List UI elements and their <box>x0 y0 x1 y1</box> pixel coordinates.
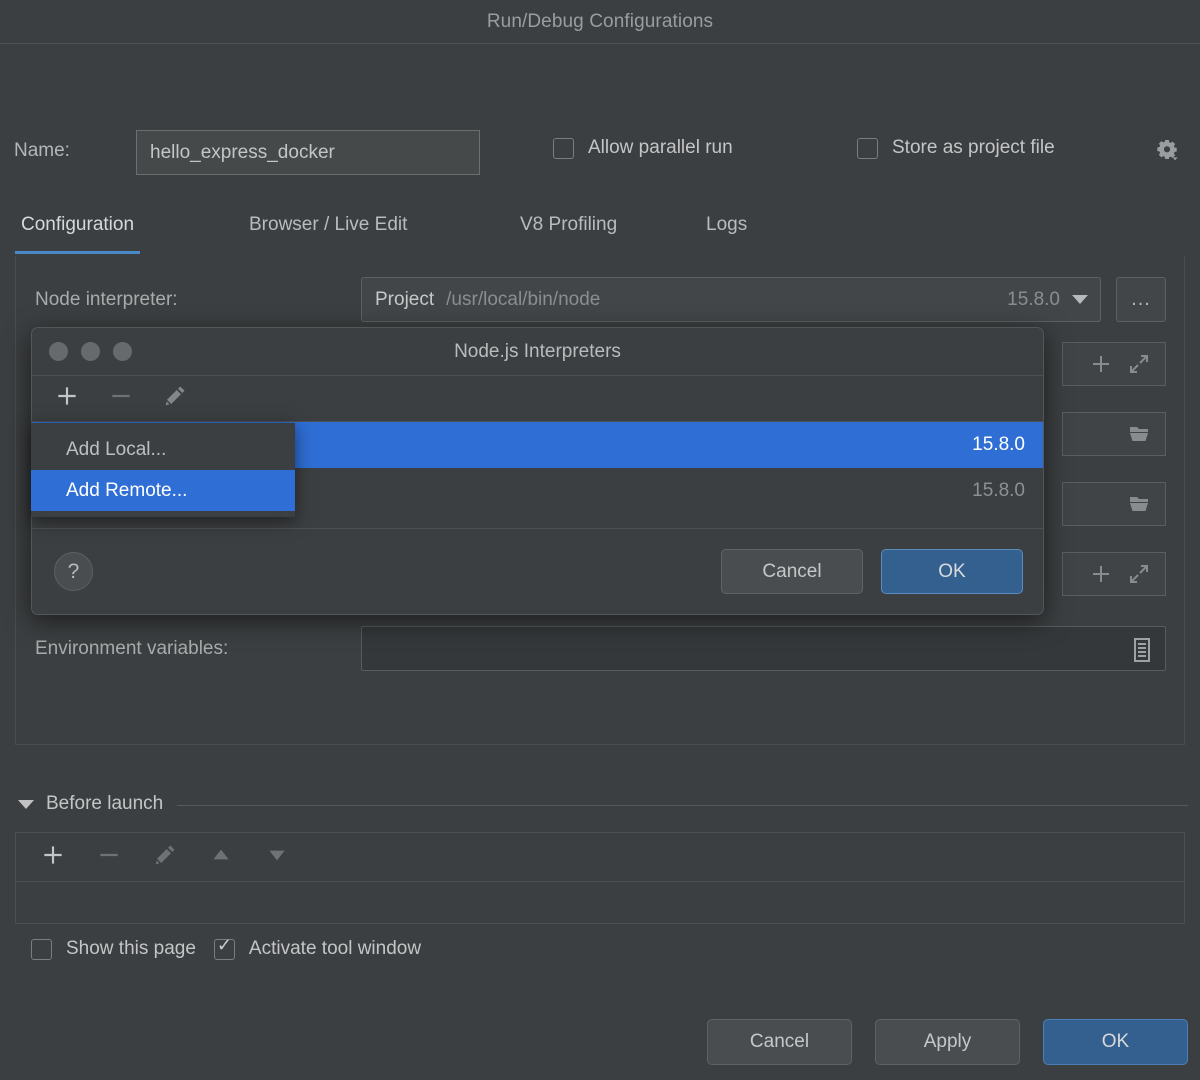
folder-icon[interactable] <box>1127 422 1151 446</box>
folder-icon[interactable] <box>1127 492 1151 516</box>
node-interpreter-browse-button[interactable]: ... <box>1116 277 1166 322</box>
tab-bar: Configuration Browser / Live Edit V8 Pro… <box>0 196 1200 256</box>
row-icon-buttons-3[interactable] <box>1062 482 1166 526</box>
activate-tool-window-label: Activate tool window <box>249 938 421 960</box>
ok-button[interactable]: OK <box>1043 1019 1188 1065</box>
bottom-checkbox-row: Show this page Activate tool window <box>31 938 421 960</box>
minus-icon <box>96 842 122 873</box>
apply-button[interactable]: Apply <box>875 1019 1020 1065</box>
row-icon-buttons-2[interactable] <box>1062 412 1166 456</box>
window-titlebar: Run/Debug Configurations <box>0 0 1200 44</box>
menu-item-label: Add Remote... <box>66 480 187 502</box>
list-editor-icon[interactable] <box>1131 637 1153 668</box>
dialog-title: Node.js Interpreters <box>454 341 621 363</box>
pencil-icon <box>152 842 178 873</box>
plus-icon[interactable] <box>54 383 80 414</box>
allow-parallel-run-checkbox[interactable]: Allow parallel run <box>553 137 733 159</box>
tab-label: Browser / Live Edit <box>249 214 407 236</box>
plus-icon[interactable] <box>1089 562 1113 586</box>
minus-icon <box>108 383 134 414</box>
before-launch-task-list[interactable] <box>15 882 1185 924</box>
arrow-down-icon <box>264 842 290 873</box>
tab-label: Configuration <box>21 214 134 236</box>
dialog-cancel-label: Cancel <box>762 561 821 583</box>
row-icon-buttons-1[interactable] <box>1062 342 1166 386</box>
interpreter-version: 15.8.0 <box>972 480 1025 502</box>
ok-button-label: OK <box>1102 1031 1129 1053</box>
active-tab-underline <box>15 251 140 254</box>
cancel-button[interactable]: Cancel <box>707 1019 852 1065</box>
divider <box>177 805 1188 806</box>
row-icon-buttons-4[interactable] <box>1062 552 1166 596</box>
name-input[interactable]: hello_express_docker <box>136 130 480 175</box>
checkbox-box <box>857 138 878 159</box>
pencil-icon <box>162 383 188 414</box>
show-this-page-label: Show this page <box>66 938 196 960</box>
menu-item-add-remote[interactable]: Add Remote... <box>31 470 295 511</box>
checkbox-box-checked <box>214 939 235 960</box>
dialog-ok-button[interactable]: OK <box>881 549 1023 594</box>
node-interpreter-version: 15.8.0 <box>1007 289 1060 311</box>
node-interpreter-scope: Project <box>362 289 434 311</box>
close-button[interactable] <box>49 342 68 361</box>
tab-v8-profiling[interactable]: V8 Profiling <box>514 196 623 254</box>
node-interpreter-combobox[interactable]: Project /usr/local/bin/node 15.8.0 <box>361 277 1101 322</box>
chevron-down-icon[interactable] <box>18 800 34 809</box>
cancel-button-label: Cancel <box>750 1031 809 1053</box>
add-interpreter-menu: Add Local... Add Remote... <box>31 423 295 517</box>
zoom-button[interactable] <box>113 342 132 361</box>
ellipsis-label: ... <box>1131 288 1151 311</box>
chevron-down-icon <box>1072 295 1088 304</box>
activate-tool-window-checkbox[interactable]: Activate tool window <box>214 938 421 960</box>
environment-variables-label: Environment variables: <box>35 638 228 660</box>
minimize-button[interactable] <box>81 342 100 361</box>
window-title: Run/Debug Configurations <box>487 11 713 33</box>
dialog-cancel-button[interactable]: Cancel <box>721 549 863 594</box>
plus-icon[interactable] <box>40 842 66 873</box>
expand-icon[interactable] <box>1127 352 1151 376</box>
help-button-label: ? <box>68 560 80 584</box>
allow-parallel-run-label: Allow parallel run <box>588 137 733 159</box>
interpreter-version: 15.8.0 <box>972 434 1025 456</box>
menu-item-label: Add Local... <box>66 439 166 461</box>
environment-variables-input[interactable] <box>361 626 1166 671</box>
traffic-lights <box>49 342 132 361</box>
checkbox-box <box>31 939 52 960</box>
store-as-project-file-checkbox[interactable]: Store as project file <box>857 137 1055 159</box>
menu-item-add-local[interactable]: Add Local... <box>31 429 295 470</box>
tab-configuration[interactable]: Configuration <box>15 196 140 254</box>
name-label: Name: <box>14 140 70 162</box>
before-launch-title: Before launch <box>46 793 163 815</box>
dialog-buttons: Cancel OK <box>721 549 1023 594</box>
name-row: Name: hello_express_docker Allow paralle… <box>0 44 1200 174</box>
node-interpreter-path: /usr/local/bin/node <box>434 289 600 311</box>
node-interpreter-label: Node interpreter: <box>35 289 178 311</box>
name-input-value: hello_express_docker <box>150 142 335 164</box>
run-debug-configurations-window: Run/Debug Configurations Name: hello_exp… <box>0 0 1200 1080</box>
store-as-project-file-label: Store as project file <box>892 137 1055 159</box>
before-launch-header[interactable]: Before launch <box>18 793 1188 815</box>
expand-icon[interactable] <box>1127 562 1151 586</box>
dialog-titlebar: Node.js Interpreters <box>32 328 1043 376</box>
tab-browser-live-edit[interactable]: Browser / Live Edit <box>243 196 413 254</box>
dialog-footer: ? Cancel OK <box>32 528 1043 614</box>
checkbox-box <box>553 138 574 159</box>
tab-label: Logs <box>706 214 747 236</box>
apply-button-label: Apply <box>924 1031 972 1053</box>
before-launch-toolbar <box>15 832 1185 882</box>
show-this-page-checkbox[interactable]: Show this page <box>31 938 196 960</box>
dialog-ok-label: OK <box>938 561 965 583</box>
help-button[interactable]: ? <box>54 552 93 591</box>
tab-logs[interactable]: Logs <box>700 196 753 254</box>
dialog-toolbar <box>32 376 1043 422</box>
plus-icon[interactable] <box>1089 352 1113 376</box>
gear-icon[interactable] <box>1155 138 1179 162</box>
arrow-up-icon <box>208 842 234 873</box>
tab-label: V8 Profiling <box>520 214 617 236</box>
